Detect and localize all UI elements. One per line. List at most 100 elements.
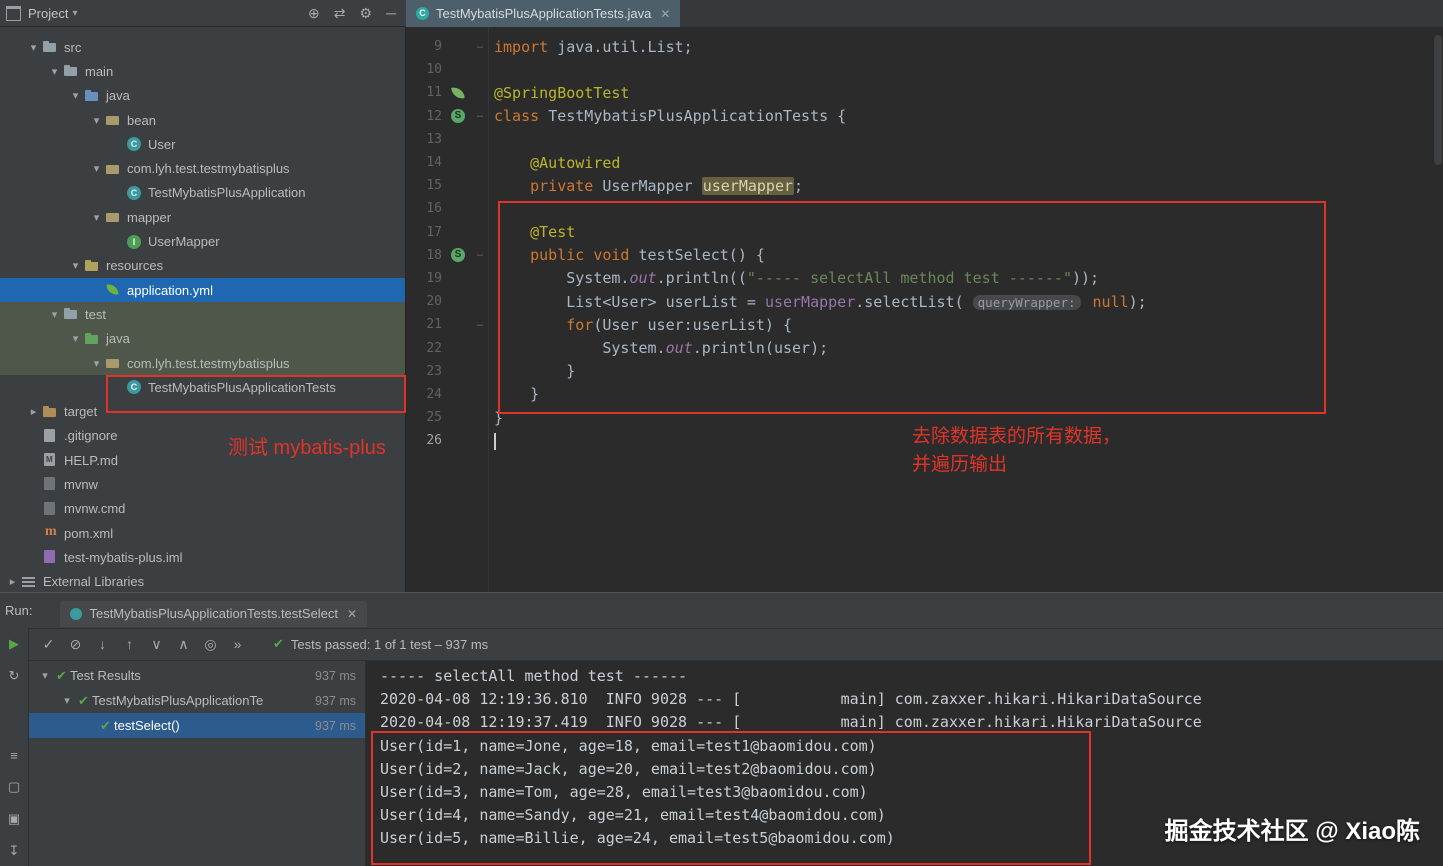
project-view-selector[interactable]: Project ▾ [28, 6, 78, 21]
code-line[interactable]: 24 } [406, 383, 1443, 406]
chevron-right-icon[interactable]: ▸ [25, 405, 42, 418]
code-line[interactable]: 26 [406, 429, 1443, 452]
chevron-down-icon[interactable]: ▾ [67, 89, 84, 102]
tree-item-label: target [64, 404, 98, 420]
auto-test-icon[interactable]: ≡ [10, 748, 18, 763]
more-options-icon[interactable]: » [224, 636, 251, 653]
chevron-down-icon[interactable]: ▾ [46, 308, 63, 321]
chevron-down-icon[interactable]: ▾ [37, 669, 53, 682]
chevron-down-icon[interactable]: ▾ [88, 211, 105, 224]
line-number: 11 [426, 85, 442, 101]
test-history-icon[interactable]: ◎ [197, 636, 224, 653]
code-line[interactable]: 15 private UserMapper userMapper; [406, 174, 1443, 197]
chevron-right-icon[interactable]: ▸ [4, 575, 21, 588]
test-results-tree[interactable]: ▾ ✔ Test Results 937 ms ▾ ✔ TestMybatisPlusApp… [29, 661, 366, 866]
project-tree[interactable]: ▾src▾main▾java▾beanUser▾com.lyh.test.tes… [0, 27, 406, 592]
tree-item[interactable]: mvnw [0, 472, 405, 496]
spring-bean-gutter-icon[interactable] [448, 245, 468, 265]
rerun-failed-icon[interactable]: ↻ [9, 668, 20, 684]
run-tab[interactable]: TestMybatisPlusApplicationTests.testSele… [60, 600, 368, 627]
chevron-down-icon[interactable]: ▾ [67, 332, 84, 345]
tree-item[interactable]: ▾ java [0, 326, 405, 351]
tree-item[interactable]: test-mybatis-plus.iml [0, 545, 405, 569]
tree-item[interactable]: .gitignore [0, 424, 405, 448]
tree-item[interactable]: ▾ src [0, 35, 405, 59]
code-line[interactable]: 19 System.out.println(("----- selectAll … [406, 267, 1443, 290]
run-panel-title: Run: [5, 603, 33, 618]
scroll-to-end-icon[interactable]: ▣ [8, 811, 20, 827]
fold-marker[interactable]: − [468, 318, 492, 332]
tree-item[interactable]: pom.xml [0, 521, 405, 545]
tree-item[interactable]: ▾ test [0, 302, 405, 327]
tree-item[interactable]: User [0, 132, 405, 156]
tree-item[interactable]: ▾ main [0, 59, 405, 83]
test-tree-item[interactable]: ▾ ✔ TestMybatisPlusApplicationTe 937 ms [29, 688, 365, 713]
code-line[interactable]: 11 @SpringBootTest [406, 81, 1443, 104]
fold-marker[interactable]: − [468, 248, 492, 262]
code-area[interactable]: 9− import java.util.List; 10 11 @SpringBootT… [406, 35, 1443, 452]
code-line[interactable]: 13 [406, 128, 1443, 151]
code-line[interactable]: 10 [406, 58, 1443, 81]
tree-item[interactable]: TestMybatisPlusApplication [0, 181, 405, 205]
code-line[interactable]: 23 } [406, 360, 1443, 383]
tree-item[interactable]: ▾ com.lyh.test.testmybatisplus [0, 350, 405, 376]
compare-icon[interactable]: ⇄ [334, 0, 346, 27]
sort-alphabetically-icon[interactable]: ↓ [89, 636, 116, 653]
tree-item[interactable]: ▾ resources [0, 254, 405, 278]
tree-item[interactable]: ▸ External Libraries [0, 570, 405, 592]
export-results-icon[interactable]: ↧ [9, 843, 20, 859]
collapse-all-icon[interactable]: ∧ [170, 636, 197, 653]
chevron-down-icon[interactable]: ▾ [88, 357, 105, 370]
sh-icon [42, 476, 58, 492]
tree-item[interactable]: HELP.md [0, 448, 405, 472]
project-tool-window-icon[interactable] [6, 5, 21, 21]
run-console[interactable]: ----- selectAll method test ------ 2020-0… [366, 661, 1443, 866]
pin-tab-icon[interactable]: ▢ [8, 779, 20, 795]
chevron-down-icon[interactable]: ▾ [88, 162, 105, 175]
code-line[interactable]: 21 − for(User user:userList) { [406, 313, 1443, 336]
fold-marker[interactable]: − [468, 40, 492, 54]
spring-leaf-gutter-icon[interactable] [448, 83, 468, 103]
chevron-down-icon[interactable]: ▾ [25, 41, 42, 54]
locate-file-icon[interactable]: ⊕ [308, 0, 320, 27]
editor-tab[interactable]: C TestMybatisPlusApplicationTests.java ✕ [406, 0, 681, 27]
code-line[interactable]: 17 @Test [406, 221, 1443, 244]
code-line[interactable]: 16 [406, 197, 1443, 220]
expand-all-icon[interactable]: ∨ [143, 636, 170, 653]
code-line[interactable]: 14 @Autowired [406, 151, 1443, 174]
chevron-down-icon[interactable]: ▾ [59, 694, 75, 707]
rerun-test-icon[interactable]: ▶ [9, 636, 19, 652]
code-line[interactable]: 18 − public void testSelect() { [406, 244, 1443, 267]
hide-panel-icon[interactable]: ─ [386, 0, 396, 27]
tree-item[interactable]: mvnw.cmd [0, 497, 405, 521]
editor[interactable]: 9− import java.util.List; 10 11 @SpringBootT… [406, 27, 1443, 592]
close-icon[interactable]: ✕ [660, 7, 670, 21]
chevron-down-icon[interactable]: ▾ [46, 65, 63, 78]
code-line[interactable]: 22 System.out.println(user); [406, 336, 1443, 359]
chevron-down-icon[interactable]: ▾ [67, 259, 84, 272]
close-icon[interactable]: ✕ [347, 607, 357, 621]
chevron-down-icon[interactable]: ▾ [88, 114, 105, 127]
tree-item[interactable]: ▾ com.lyh.test.testmybatisplus [0, 156, 405, 180]
sort-by-duration-icon[interactable]: ↑ [116, 636, 143, 653]
tree-item[interactable]: ▾ bean [0, 108, 405, 132]
code-line[interactable]: 12 −class TestMybatisPlusApplicationTests… [406, 105, 1443, 128]
code-line[interactable]: 25} [406, 406, 1443, 429]
tree-item[interactable]: ▾ mapper [0, 205, 405, 229]
code-line[interactable]: 20 List<User> userList = userMapper.sele… [406, 290, 1443, 313]
tree-item[interactable]: ▾ java [0, 84, 405, 108]
spring-bean-gutter-icon[interactable] [448, 106, 468, 126]
settings-gear-icon[interactable]: ⚙ [360, 0, 373, 27]
tree-item[interactable]: UserMapper [0, 229, 405, 253]
test-tree-item[interactable]: ▾ ✔ Test Results 937 ms [29, 663, 365, 688]
show-passed-icon[interactable]: ✓ [35, 636, 62, 653]
show-ignored-icon[interactable]: ⊘ [62, 636, 89, 653]
editor-scrollbar[interactable] [1434, 27, 1442, 592]
tree-item[interactable]: TestMybatisPlusApplicationTests [0, 375, 405, 399]
tree-item[interactable]: ▸ target [0, 399, 405, 423]
code-line[interactable]: 9 − import java.util.List; [406, 35, 1443, 58]
tree-item[interactable]: application.yml [0, 277, 405, 303]
lib-icon [21, 574, 37, 590]
fold-marker[interactable]: − [468, 109, 492, 123]
test-tree-item[interactable]: ✔ testSelect() 937 ms [29, 713, 365, 738]
